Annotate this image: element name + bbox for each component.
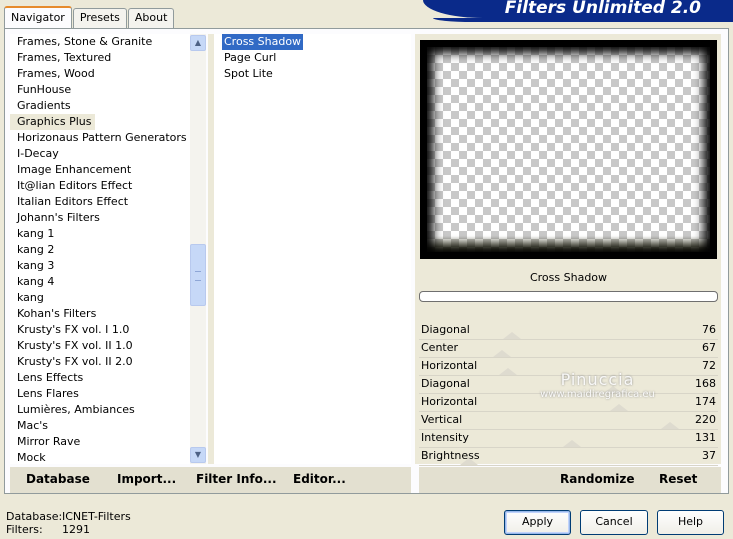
slider-value: 37 xyxy=(702,449,716,462)
status-area: Database:ICNET-Filters Filters: 1291 xyxy=(6,510,131,536)
preview-glow xyxy=(427,236,710,252)
slider-row[interactable]: Intensity 131 xyxy=(419,430,718,448)
slider-thumb[interactable] xyxy=(493,350,512,357)
progress-bar xyxy=(419,291,718,302)
slider-row[interactable]: Horizontal 174 xyxy=(419,394,718,412)
app-banner: Filters Unlimited 2.0 xyxy=(423,0,733,18)
reset-button[interactable]: Reset xyxy=(659,472,697,486)
slider-row[interactable]: Center 67 xyxy=(419,340,718,358)
right-button-bar: Randomize Reset xyxy=(419,467,721,493)
database-button[interactable]: Database xyxy=(26,472,90,486)
category-item[interactable]: kang 3 xyxy=(10,258,190,274)
slider-thumb[interactable] xyxy=(503,332,522,339)
randomize-button[interactable]: Randomize xyxy=(560,472,634,486)
slider-label: Horizontal xyxy=(421,395,478,408)
category-list[interactable]: Frames, Stone & Granite Frames, Textured F… xyxy=(10,34,190,464)
left-button-bar: Database Import... Filter Info... Editor… xyxy=(10,467,411,493)
scroll-up-button[interactable]: ▲ xyxy=(190,35,206,51)
category-item[interactable]: kang 1 xyxy=(10,226,190,242)
tab-presets[interactable]: Presets xyxy=(72,8,127,28)
slider-value: 76 xyxy=(702,323,716,336)
tab-navigator[interactable]: Navigator xyxy=(4,6,72,28)
category-item[interactable]: kang 2 xyxy=(10,242,190,258)
category-item[interactable]: Mac's xyxy=(10,418,190,434)
slider-label: Diagonal xyxy=(421,377,470,390)
category-item[interactable]: Gradients xyxy=(10,98,190,114)
preview-image xyxy=(427,47,710,252)
slider-value: 168 xyxy=(695,377,716,390)
slider-thumb[interactable] xyxy=(563,440,582,447)
status-database-label: Database: xyxy=(6,510,63,523)
slider-row[interactable]: Horizontal 72 xyxy=(419,358,718,376)
category-item[interactable]: Mock xyxy=(10,450,190,464)
slider-value: 131 xyxy=(695,431,716,444)
slider-thumb[interactable] xyxy=(498,368,517,375)
status-database-value: ICNET-Filters xyxy=(62,510,131,523)
slider-row[interactable]: Diagonal 168 xyxy=(419,376,718,394)
category-item[interactable]: kang xyxy=(10,290,190,306)
slider-value: 72 xyxy=(702,359,716,372)
category-item[interactable]: Kohan's Filters xyxy=(10,306,190,322)
category-scrollbar[interactable]: ▲ ▼ xyxy=(190,34,206,464)
category-item[interactable]: FunHouse xyxy=(10,82,190,98)
filter-item[interactable]: Spot Lite xyxy=(222,66,275,82)
slider-label: Vertical xyxy=(421,413,463,426)
slider-thumb[interactable] xyxy=(603,386,622,393)
category-item[interactable]: Frames, Stone & Granite xyxy=(10,34,190,50)
category-item[interactable]: I-Decay xyxy=(10,146,190,162)
filter-item[interactable]: Page Curl xyxy=(222,50,278,66)
slider-thumb[interactable] xyxy=(460,458,479,465)
slider-row[interactable]: Vertical 220 xyxy=(419,412,718,430)
slider-thumb[interactable] xyxy=(610,404,629,411)
scroll-down-button[interactable]: ▼ xyxy=(190,447,206,463)
category-item[interactable]: Graphics Plus xyxy=(10,114,96,130)
slider-label: Horizontal xyxy=(421,359,478,372)
filter-info-button[interactable]: Filter Info... xyxy=(196,472,277,486)
filter-item[interactable]: Cross Shadow xyxy=(222,34,304,50)
filter-title: Cross Shadow xyxy=(529,271,608,284)
slider-value: 220 xyxy=(695,413,716,426)
category-item[interactable]: Krusty's FX vol. II 1.0 xyxy=(10,338,190,354)
cancel-button[interactable]: Cancel xyxy=(580,510,648,535)
status-filters-value: 1291 xyxy=(62,523,90,536)
category-item[interactable]: Lens Effects xyxy=(10,370,190,386)
category-item[interactable]: Krusty's FX vol. I 1.0 xyxy=(10,322,190,338)
tab-about[interactable]: About xyxy=(127,8,175,28)
slider-track[interactable] xyxy=(419,465,718,466)
scroll-thumb[interactable] xyxy=(190,244,206,306)
slider-list: Diagonal 76 Center 67 Horizontal 72 Diagonal 16… xyxy=(419,322,718,466)
slider-value: 67 xyxy=(702,341,716,354)
import-button[interactable]: Import... xyxy=(117,472,176,486)
category-item[interactable]: Frames, Textured xyxy=(10,50,190,66)
preview-frame xyxy=(420,40,717,259)
slider-label: Intensity xyxy=(421,431,469,444)
filter-list[interactable]: Cross Shadow Page Curl Spot Lite xyxy=(214,34,411,464)
apply-button[interactable]: Apply xyxy=(504,510,571,535)
category-item[interactable]: Lens Flares xyxy=(10,386,190,402)
slider-label: Diagonal xyxy=(421,323,470,336)
category-item[interactable]: Johann's Filters xyxy=(10,210,190,226)
category-item[interactable]: Horizonaus Pattern Generators xyxy=(10,130,190,146)
editor-button[interactable]: Editor... xyxy=(293,472,346,486)
category-item[interactable]: Italian Editors Effect xyxy=(10,194,190,210)
banner-strip xyxy=(433,18,733,22)
category-item[interactable]: Image Enhancement xyxy=(10,162,190,178)
category-item[interactable]: kang 4 xyxy=(10,274,190,290)
slider-row[interactable]: Diagonal 76 xyxy=(419,322,718,340)
slider-label: Center xyxy=(421,341,459,354)
status-filters-label: Filters: xyxy=(6,523,43,536)
category-item[interactable]: Krusty's FX vol. II 2.0 xyxy=(10,354,190,370)
slider-thumb[interactable] xyxy=(660,422,679,429)
category-item[interactable]: Lumières, Ambiances xyxy=(10,402,190,418)
tab-bar: Navigator Presets About xyxy=(4,6,175,28)
category-item[interactable]: Mirror Rave xyxy=(10,434,190,450)
help-button[interactable]: Help xyxy=(657,510,724,535)
category-item[interactable]: Frames, Wood xyxy=(10,66,190,82)
category-item[interactable]: It@lian Editors Effect xyxy=(10,178,190,194)
slider-row[interactable]: Brightness 37 xyxy=(419,448,718,466)
slider-value: 174 xyxy=(695,395,716,408)
